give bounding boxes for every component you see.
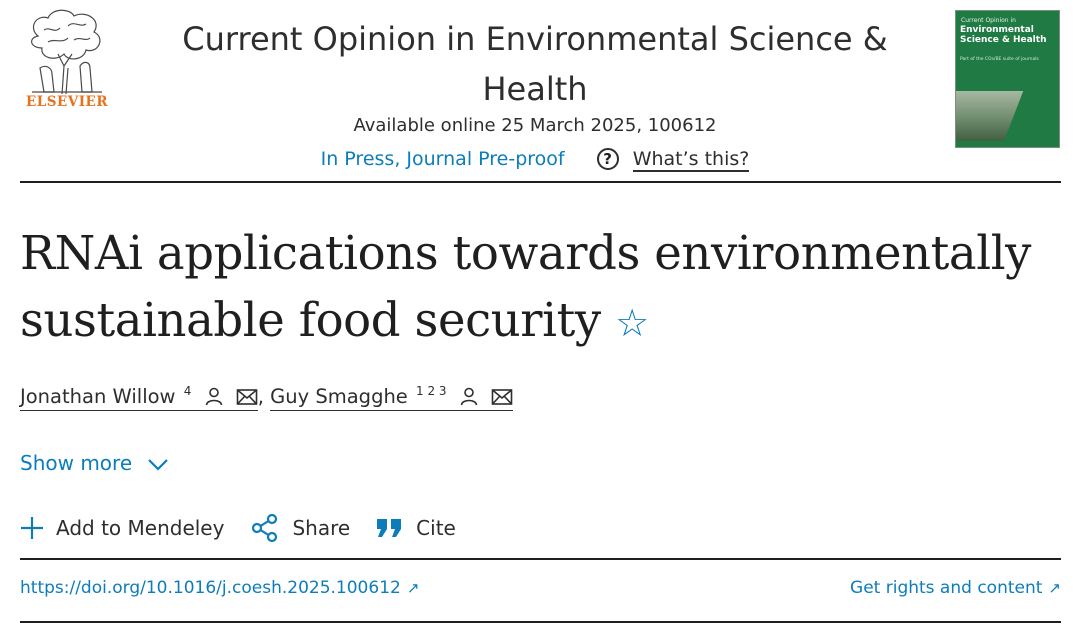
mendeley-label: Add to Mendeley bbox=[56, 516, 225, 540]
rights-text: Get rights and content bbox=[850, 578, 1043, 598]
show-more-label: Show more bbox=[20, 451, 133, 475]
external-link-icon: ↗ bbox=[406, 579, 420, 597]
chevron-down-icon bbox=[147, 459, 168, 471]
doi-link[interactable]: https://doi.org/10.1016/j.coesh.2025.100… bbox=[20, 578, 419, 598]
star-outline-icon[interactable]: ☆ bbox=[615, 301, 649, 345]
cite-button[interactable]: Cite bbox=[376, 516, 456, 540]
doi-text: https://doi.org/10.1016/j.coesh.2025.100… bbox=[20, 578, 401, 598]
plus-icon bbox=[21, 517, 43, 539]
quote-icon bbox=[377, 519, 402, 537]
add-to-mendeley-button[interactable]: Add to Mendeley bbox=[20, 516, 224, 540]
author-name: Guy Smagghe bbox=[270, 385, 408, 408]
author-name: Jonathan Willow bbox=[20, 385, 176, 408]
share-icon bbox=[252, 513, 278, 543]
article-actions: Add to Mendeley Share Cite bbox=[20, 513, 482, 543]
share-button[interactable]: Share bbox=[250, 513, 350, 543]
article-title: RNAi applications towards environmentall… bbox=[20, 220, 1065, 357]
external-link-icon: ↗ bbox=[1048, 579, 1061, 597]
publisher-wordmark: ELSEVIER bbox=[25, 94, 109, 110]
author-affiliation: 1 2 3 bbox=[416, 384, 447, 398]
cover-subtitle: Part of the COs/BE suite of journals bbox=[960, 57, 1039, 62]
article-status-row: In Press, Journal Pre-proof ? What’s thi… bbox=[150, 148, 920, 172]
header-divider bbox=[20, 181, 1061, 183]
bottom-divider bbox=[20, 621, 1061, 623]
in-press-link[interactable]: In Press, Journal Pre-proof bbox=[321, 148, 565, 170]
author-separator: , bbox=[257, 385, 264, 408]
cover-title: Environmental Science & Health bbox=[960, 25, 1047, 45]
get-rights-link[interactable]: Get rights and content ↗ bbox=[850, 578, 1061, 598]
cover-small-text: Current Opinion in bbox=[961, 17, 1016, 24]
article-title-text: RNAi applications towards environmentall… bbox=[20, 226, 1032, 347]
author-guy-smagghe[interactable]: Guy Smagghe 1 2 3 bbox=[270, 384, 513, 411]
person-icon bbox=[460, 387, 478, 406]
author-affiliation: 4 bbox=[183, 384, 192, 398]
author-jonathan-willow[interactable]: Jonathan Willow 4 bbox=[20, 384, 258, 411]
author-list: Jonathan Willow 4 , Guy Smagghe 1 2 3 bbox=[20, 384, 513, 411]
envelope-icon bbox=[491, 389, 513, 405]
availability-line: Available online 25 March 2025, 100612 bbox=[353, 115, 717, 136]
envelope-icon bbox=[236, 389, 258, 405]
journal-title[interactable]: Current Opinion in Environmental Science… bbox=[150, 14, 920, 114]
actions-divider bbox=[20, 558, 1061, 560]
help-icon[interactable]: ? bbox=[596, 148, 619, 170]
person-icon bbox=[205, 387, 222, 406]
share-label: Share bbox=[292, 516, 351, 540]
show-more-button[interactable]: Show more bbox=[20, 451, 169, 475]
cite-label: Cite bbox=[416, 516, 456, 540]
journal-cover-thumbnail[interactable]: Current Opinion in Environmental Science… bbox=[955, 10, 1060, 148]
cover-photo bbox=[956, 91, 1059, 141]
whats-this-link[interactable]: What’s this? bbox=[632, 148, 750, 172]
